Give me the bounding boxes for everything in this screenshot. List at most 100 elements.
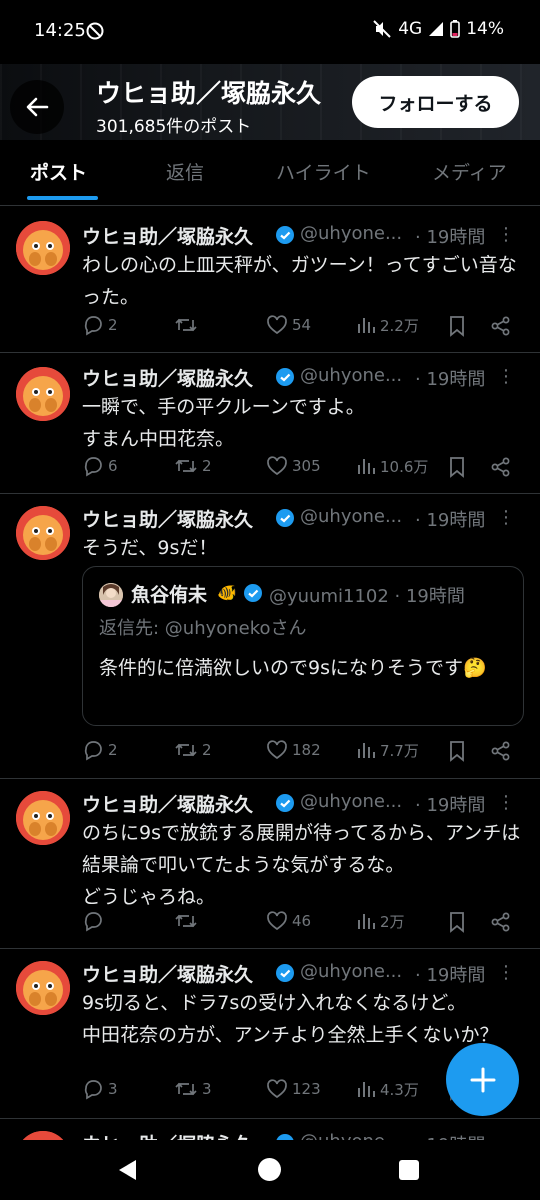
share-icon[interactable]	[490, 456, 512, 478]
retweet-button[interactable]	[174, 314, 202, 336]
views-button[interactable]: 2.2万	[356, 314, 419, 336]
tweet-time[interactable]: · 19時間	[415, 791, 485, 817]
like-button[interactable]: 182	[266, 739, 321, 761]
avatar[interactable]	[16, 367, 70, 421]
tweet[interactable]: ウヒョ助／塚脇永久 @uhyone... · 19時間 ⋮ わしの心の上皿天秤が…	[0, 207, 540, 353]
retweet-icon	[175, 914, 197, 928]
nav-recent-icon[interactable]	[399, 1160, 419, 1180]
nav-home-icon[interactable]	[258, 1158, 281, 1181]
like-button[interactable]: 305	[266, 455, 321, 477]
share-icon[interactable]	[490, 740, 512, 762]
like-count: 305	[292, 457, 321, 475]
avatar-face-icon	[16, 367, 70, 421]
reply-button[interactable]: 2	[82, 739, 118, 761]
more-icon[interactable]: ⋮	[497, 224, 515, 245]
like-count: 123	[292, 1080, 321, 1098]
avatar[interactable]	[16, 791, 70, 845]
tweet-handle: @uhyone...	[300, 791, 403, 812]
tweet-time[interactable]: · 19時間	[415, 1131, 485, 1140]
views-button[interactable]: 10.6万	[356, 455, 428, 477]
quoted-handle: @yuumi1102 · 19時間	[269, 586, 465, 607]
tweet-time[interactable]: · 19時間	[415, 223, 485, 249]
quoted-author-name: 魚谷侑未	[131, 584, 208, 606]
avatar-face-icon	[16, 1131, 70, 1140]
tweet[interactable]: ウヒョ助／塚脇永久 @uhyone... · 19時間 ⋮ 一瞬で、手の平クルー…	[0, 353, 540, 494]
views-button[interactable]: 7.7万	[356, 739, 419, 761]
reply-button[interactable]: 3	[82, 1078, 118, 1100]
bookmark-icon[interactable]	[448, 315, 466, 337]
like-button[interactable]: 46	[266, 910, 311, 932]
tweet-author-name[interactable]: ウヒョ助／塚脇永久	[82, 505, 253, 532]
tweet-time[interactable]: · 19時間	[415, 365, 485, 391]
avatar[interactable]	[16, 961, 70, 1015]
heart-icon	[267, 1079, 287, 1099]
more-icon[interactable]: ⋮	[497, 962, 515, 983]
reply-button[interactable]: 6	[82, 455, 118, 477]
retweet-button[interactable]	[174, 910, 202, 932]
battery-level: 14%	[466, 19, 504, 39]
dnd-icon	[86, 22, 104, 40]
tweet-author-name[interactable]: ウヒョ助／塚脇永久	[82, 960, 253, 987]
verified-badge-icon	[276, 794, 294, 812]
views-button[interactable]: 2万	[356, 910, 405, 932]
system-nav-bar	[0, 1140, 540, 1200]
tweet-header: ウヒョ助／塚脇永久 @uhyone... · 19時間 ⋮	[82, 222, 524, 250]
share-icon[interactable]	[490, 911, 512, 933]
status-time: 14:25	[34, 20, 86, 41]
follow-button[interactable]: フォローする	[352, 76, 519, 128]
tweet-actions: 6 2 305 10.6万	[82, 455, 522, 483]
reply-button[interactable]	[82, 910, 108, 932]
tweet[interactable]: ウヒョ助／塚脇永久 @uhyone... · 19時間	[0, 1119, 540, 1140]
tab-highlights[interactable]: ハイライト	[276, 158, 371, 185]
avatar[interactable]	[16, 506, 70, 560]
views-button[interactable]: 4.3万	[356, 1078, 419, 1100]
views-icon	[358, 459, 375, 474]
heart-icon	[267, 911, 287, 931]
retweet-button[interactable]: 2	[174, 455, 212, 477]
more-icon[interactable]: ⋮	[497, 366, 515, 387]
back-button[interactable]	[10, 80, 64, 134]
bookmark-icon[interactable]	[448, 911, 466, 933]
tab-media[interactable]: メディア	[432, 158, 507, 185]
tweet-handle: @uhyone...	[300, 365, 403, 386]
tweet-author-name[interactable]: ウヒョ助／塚脇永久	[82, 364, 253, 391]
tweet-author-name[interactable]: ウヒョ助／塚脇永久	[82, 222, 253, 249]
like-button[interactable]: 54	[266, 314, 311, 336]
retweet-button[interactable]: 3	[174, 1078, 212, 1100]
signal-icon	[429, 22, 444, 36]
compose-button[interactable]	[446, 1043, 519, 1116]
view-count: 4.3万	[380, 1080, 419, 1099]
like-button[interactable]: 123	[266, 1078, 321, 1100]
avatar[interactable]	[16, 1131, 70, 1140]
bookmark-icon[interactable]	[448, 740, 466, 762]
avatar-face-icon	[16, 791, 70, 845]
tweet-author-name[interactable]: ウヒョ助／塚脇永久	[82, 790, 253, 817]
quoted-avatar[interactable]	[99, 583, 123, 607]
more-icon[interactable]: ⋮	[497, 507, 515, 528]
reply-icon	[84, 316, 102, 336]
tweet-header: ウヒョ助／塚脇永久 @uhyone... · 19時間	[82, 1130, 524, 1140]
tab-posts[interactable]: ポスト	[30, 158, 87, 185]
nav-back-icon[interactable]	[116, 1158, 138, 1182]
tweet[interactable]: ウヒョ助／塚脇永久 @uhyone... · 19時間 ⋮ そうだ、9sだ！ 魚…	[0, 494, 540, 779]
tweet-author-name[interactable]: ウヒョ助／塚脇永久	[82, 1130, 253, 1140]
quoted-tweet[interactable]: 魚谷侑未 🐠 @yuumi1102 · 19時間 返信先: @uhyonekoさ…	[82, 566, 524, 726]
tweet-actions: 46 2万	[82, 910, 522, 938]
retweet-count: 2	[202, 457, 212, 475]
tweet[interactable]: ウヒョ助／塚脇永久 @uhyone... · 19時間 ⋮ のちに9sで放銃する…	[0, 779, 540, 949]
reply-icon	[84, 912, 102, 932]
avatar[interactable]	[16, 221, 70, 275]
tweet-header: ウヒョ助／塚脇永久 @uhyone... · 19時間 ⋮	[82, 790, 524, 818]
tweet-time[interactable]: · 19時間	[415, 961, 485, 987]
reply-count: 3	[108, 1080, 118, 1098]
bookmark-icon[interactable]	[448, 456, 466, 478]
tweet-time[interactable]: · 19時間	[415, 506, 485, 532]
tab-replies[interactable]: 返信	[166, 158, 204, 185]
tweet-actions: 2 54 2.2万	[82, 314, 522, 342]
share-icon[interactable]	[490, 315, 512, 337]
more-icon[interactable]: ⋮	[497, 792, 515, 813]
tweet-header: ウヒョ助／塚脇永久 @uhyone... · 19時間 ⋮	[82, 960, 524, 988]
retweet-button[interactable]: 2	[174, 739, 212, 761]
status-bar: 14:25 4G 14%	[0, 0, 540, 64]
reply-button[interactable]: 2	[82, 314, 118, 336]
